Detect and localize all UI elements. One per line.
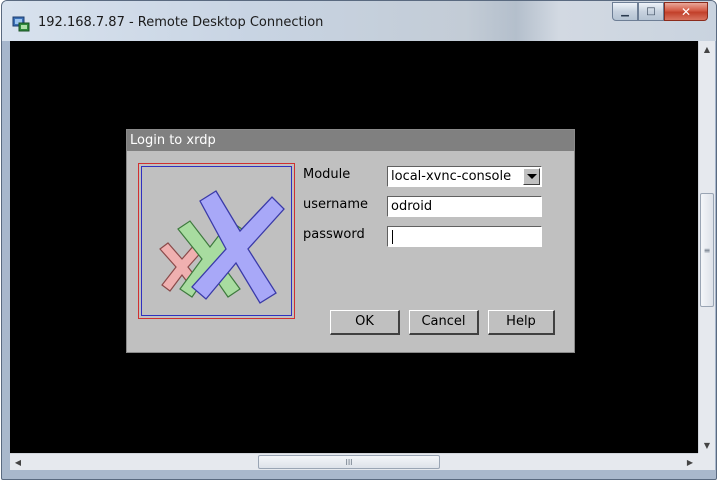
module-label: Module [303,167,351,182]
horizontal-scroll-thumb[interactable]: III [258,455,440,469]
horizontal-scrollbar[interactable]: ◀ III ▶ [10,453,698,470]
module-select[interactable]: local-xvnc-console [387,166,542,187]
vertical-scrollbar[interactable]: ▲ ≡ ▼ [698,41,715,453]
xrdp-logo-frame [138,163,295,319]
scroll-right-icon[interactable]: ▶ [682,454,698,470]
password-field[interactable] [387,226,542,247]
grip-icon: ≡ [703,245,711,255]
remote-desktop-window: 192.168.7.87 - Remote Desktop Connection… [1,0,717,480]
password-label: password [303,227,365,242]
minimize-icon: ▁ [621,5,629,17]
close-icon: ✕ [680,4,692,19]
close-button[interactable]: ✕ [664,2,708,21]
maximize-icon: □ [646,5,656,17]
xrdp-logo [141,166,292,316]
username-label: username [303,197,368,212]
xrdp-x-logo-icon [159,190,285,304]
minimize-button[interactable]: ▁ [612,2,638,21]
grip-icon: III [345,457,353,467]
remote-desktop-icon [12,16,30,32]
scroll-up-icon[interactable]: ▲ [699,41,715,57]
xrdp-login-dialog: Login to xrdp Module local-xvnc-console … [126,129,575,353]
resize-grip[interactable] [698,453,715,470]
scroll-down-icon[interactable]: ▼ [699,437,715,453]
dialog-title[interactable]: Login to xrdp [127,130,574,151]
ok-button[interactable]: OK [330,310,400,335]
remote-desktop-viewport[interactable]: Login to xrdp Module local-xvnc-console … [10,41,698,453]
window-title: 192.168.7.87 - Remote Desktop Connection [38,15,324,30]
chevron-down-icon[interactable] [523,168,540,185]
vertical-scroll-thumb[interactable]: ≡ [700,193,714,307]
help-button[interactable]: Help [488,310,555,335]
title-bar[interactable]: 192.168.7.87 - Remote Desktop Connection… [2,1,716,41]
username-value: odroid [391,199,433,214]
module-select-value: local-xvnc-console [391,169,512,184]
username-field[interactable]: odroid [387,196,542,217]
cancel-button[interactable]: Cancel [409,310,479,335]
text-caret [392,229,393,244]
caption-buttons: ▁ □ ✕ [612,2,708,22]
scroll-left-icon[interactable]: ◀ [10,454,26,470]
maximize-button[interactable]: □ [638,2,664,21]
